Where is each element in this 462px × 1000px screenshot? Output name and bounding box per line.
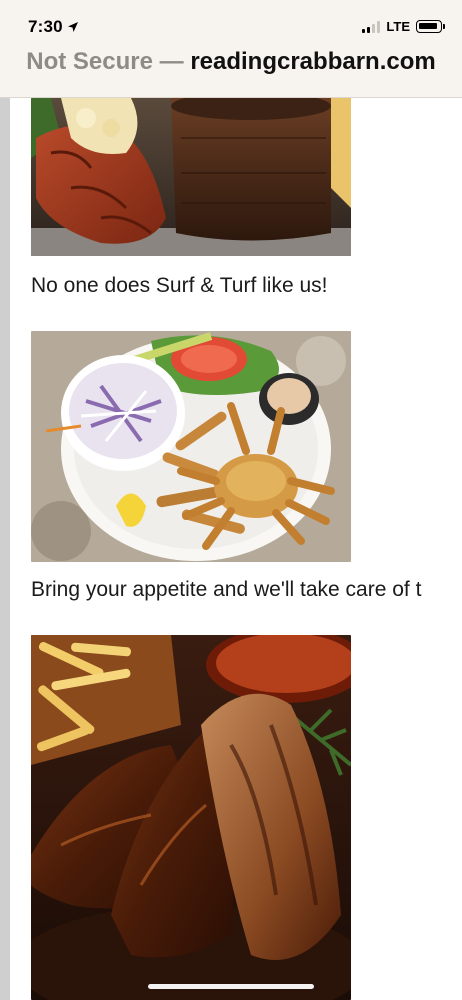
surf-and-turf-photo [31, 98, 351, 256]
url-separator: — [159, 48, 184, 75]
status-time: 7:30 [28, 17, 79, 37]
address-bar[interactable]: Not Secure — readingcrabbarn.com [0, 44, 462, 84]
url-domain: readingcrabbarn.com [190, 48, 436, 75]
crab-platter-photo [31, 331, 351, 562]
page-left-border [0, 98, 10, 1000]
status-indicators: LTE [362, 19, 445, 34]
browser-chrome: 7:30 LTE Not Secure — readingcrabbarn.co… [0, 0, 462, 98]
caption-surf-turf: No one does Surf & Turf like us! [31, 274, 328, 297]
status-bar: 7:30 LTE [0, 0, 462, 44]
security-indicator: Not Secure [26, 48, 153, 75]
signal-icon [362, 20, 381, 33]
location-arrow-icon [67, 22, 78, 32]
network-type: LTE [386, 19, 410, 34]
home-indicator[interactable] [148, 984, 314, 989]
status-time-text: 7:30 [28, 17, 63, 36]
battery-icon [416, 20, 445, 33]
caption-crab: Bring your appetite and we'll take care … [31, 578, 422, 601]
ribs-photo [31, 635, 351, 1000]
